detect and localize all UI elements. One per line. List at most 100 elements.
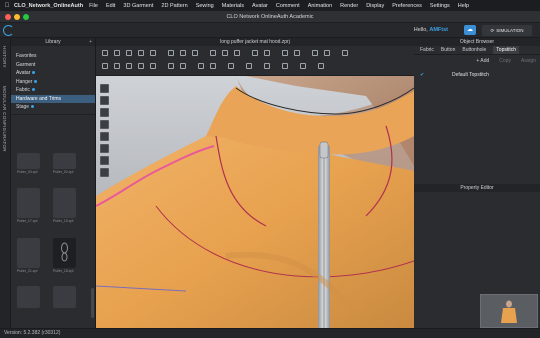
library-scrollbar[interactable] [91,288,94,318]
clo-logo-icon [3,25,14,36]
cloud-icon[interactable]: ☁ [464,25,476,35]
add-button[interactable]: + Add [476,58,489,64]
thumbnail-puller-18[interactable] [53,238,76,268]
seam-tool-icon[interactable] [198,63,204,69]
arrangement-tool-icon[interactable] [324,50,330,56]
display-skin-icon[interactable] [100,156,109,165]
edit-pattern-tool-icon[interactable] [102,63,108,69]
display-mesh-icon[interactable] [100,108,109,117]
assign-button[interactable]: Assign [521,58,536,64]
library-item-fabric[interactable]: Fabric [11,86,95,95]
free-seam-tool-icon[interactable] [210,63,216,69]
tab-buttonhole[interactable]: Buttonhole [462,47,486,53]
display-texture-icon[interactable] [100,120,109,129]
button-tool-icon[interactable] [222,50,228,56]
app-name-menu[interactable]: CLO_Network_OnlineAuth [14,3,83,9]
avatar-tool-icon[interactable] [312,50,318,56]
thumbnail-puller-03[interactable] [17,153,40,169]
object-list-item[interactable]: ✔ Default Topstitch [414,71,540,80]
zipper-tool-icon[interactable] [210,50,216,56]
shrinkage-tool-icon[interactable] [264,63,270,69]
fitting-tool-icon[interactable] [342,50,348,56]
menu-help[interactable]: Help [458,3,469,9]
preview-thumbnail[interactable] [480,294,538,328]
menu-preferences[interactable]: Preferences [392,3,422,9]
library-item-hardware-trims[interactable]: Hardware and Trims [11,94,95,103]
thumbnail-puller-17[interactable] [17,188,40,218]
thumbnail-item[interactable] [17,286,40,308]
display-avatar-icon[interactable] [100,84,109,93]
display-sewing-icon[interactable] [100,132,109,141]
minimize-window-button[interactable] [14,14,20,20]
menu-display[interactable]: Display [366,3,384,9]
lock-tool-icon[interactable] [282,63,288,69]
menu-settings[interactable]: Settings [430,3,450,9]
menu-3d-garment[interactable]: 3D Garment [123,3,153,9]
display-pins-icon[interactable] [100,144,109,153]
add-point-tool-icon[interactable] [138,63,144,69]
menu-avatar[interactable]: Avatar [252,3,268,9]
edit-point-tool-icon[interactable] [114,63,120,69]
simulation-icon: ⟳ [490,27,495,33]
elastic-tool-icon[interactable] [228,63,234,69]
menu-render[interactable]: Render [340,3,358,9]
thumbnail-puller-19[interactable] [53,188,76,218]
select-tool-icon[interactable] [102,50,108,56]
tab-topstitch[interactable]: Topstitch [493,46,520,54]
3d-viewport[interactable]: long puffer jacket mat hood.zprj [96,38,414,328]
version-text: Version: 5.2.382 (r30312) [4,330,61,336]
menu-2d-pattern[interactable]: 2D Pattern [161,3,187,9]
close-window-button[interactable] [5,14,11,20]
library-item-avatar[interactable]: Avatar [11,69,95,78]
thumbnail-item[interactable] [53,286,76,308]
cut-tool-icon[interactable] [150,63,156,69]
menu-materials[interactable]: Materials [222,3,244,9]
strengthen-tool-icon[interactable] [246,63,252,69]
edit-curve-tool-icon[interactable] [126,63,132,69]
display-stage-icon[interactable] [100,168,109,177]
puckering-tool-icon[interactable] [264,50,270,56]
measure-tool-icon[interactable] [180,50,186,56]
tab-fabric[interactable]: Fabric [420,47,434,53]
trace-tool-icon[interactable] [180,63,186,69]
move-tool-icon[interactable] [114,50,120,56]
tab-button[interactable]: Button [441,47,455,53]
hide-tool-icon[interactable] [318,63,324,69]
garment-3d-scene[interactable] [96,76,414,328]
library-header: Library + [11,38,95,46]
tack-tool-icon[interactable] [150,50,156,56]
menu-sewing[interactable]: Sewing [196,3,214,9]
fold-tool-icon[interactable] [138,50,144,56]
tab-history[interactable]: HISTORY [2,46,7,68]
zoom-window-button[interactable] [23,14,29,20]
username[interactable]: AMFtst [429,27,448,33]
thumbnail-puller-02[interactable] [53,153,76,169]
transform-tool-icon[interactable] [126,50,132,56]
pleat-tool-icon[interactable] [168,63,174,69]
tab-modular-configurator[interactable]: MODULAR CONFIGURATOR [2,86,7,152]
freeze-tool-icon[interactable] [300,63,306,69]
library-item-stage[interactable]: Stage [11,103,95,112]
graphic-tool-icon[interactable] [294,50,300,56]
menu-animation[interactable]: Animation [308,3,332,9]
add-label: Add [480,58,490,64]
menu-comment[interactable]: Comment [276,3,300,9]
library-item-hanger[interactable]: Hanger [11,78,95,87]
window-titlebar: CLO Network OnlineAuth Academic [0,11,540,23]
pin-tool-icon[interactable] [168,50,174,56]
menu-file[interactable]: File [89,3,98,9]
segment-tool-icon[interactable] [192,50,198,56]
texture-tool-icon[interactable] [282,50,288,56]
simulation-label: SIMULATION [496,28,524,33]
add-library-icon[interactable]: + [89,38,92,46]
menu-edit[interactable]: Edit [106,3,115,9]
library-item-favorites[interactable]: Favorites [11,52,95,61]
simulation-button[interactable]: ⟳ SIMULATION [482,25,532,36]
thumbnail-puller-21[interactable] [17,238,40,268]
copy-button[interactable]: Copy [499,58,511,64]
library-item-garment[interactable]: Garment [11,61,95,70]
display-garment-icon[interactable] [100,96,109,105]
topstitch-tool-icon[interactable] [252,50,258,56]
buttonhole-tool-icon[interactable] [234,50,240,56]
apple-icon[interactable]:  [0,3,14,9]
